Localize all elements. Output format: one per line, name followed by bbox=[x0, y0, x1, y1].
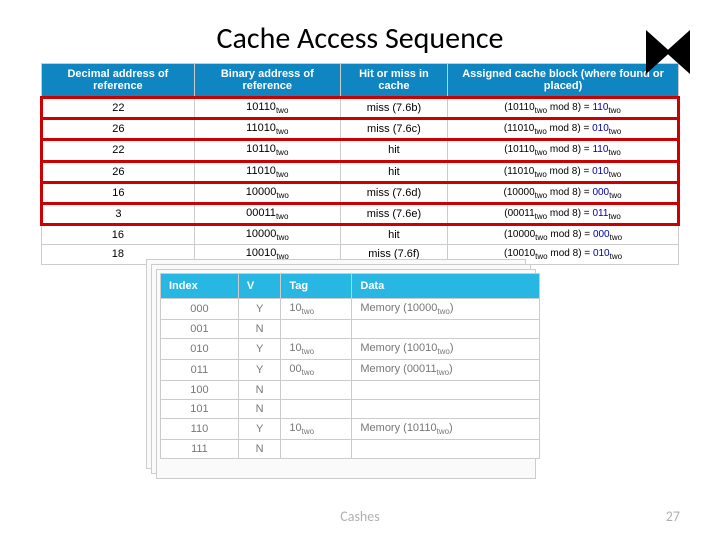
cell-assigned: (11010two mod 8) = 010two bbox=[448, 161, 679, 182]
footer-label: Cashes bbox=[340, 508, 379, 525]
col-tag: Tag bbox=[281, 273, 352, 298]
cell-data: Memory (10110two) bbox=[352, 419, 540, 440]
cell-binary: 11010two bbox=[194, 119, 340, 140]
cell-decimal: 22 bbox=[42, 140, 195, 161]
table-row: 1610000twomiss (7.6d)(10000two mod 8) = … bbox=[42, 182, 679, 203]
cell-decimal: 16 bbox=[42, 225, 195, 245]
table-row: 2210110twohit(10110two mod 8) = 110two bbox=[42, 140, 679, 161]
cache-state-stack: Index V Tag Data 000Y10twoMemory (10000t… bbox=[160, 273, 560, 460]
col-hitmiss: Hit or miss in cache bbox=[340, 64, 447, 98]
cell-index: 110 bbox=[161, 419, 239, 440]
cell-hitmiss: miss (7.6d) bbox=[340, 182, 447, 203]
page-number: 27 bbox=[666, 508, 680, 525]
cell-valid: N bbox=[238, 440, 280, 459]
cell-index: 001 bbox=[161, 319, 239, 338]
cell-binary: 10110two bbox=[194, 98, 340, 119]
cell-valid: Y bbox=[238, 419, 280, 440]
cell-data bbox=[352, 319, 540, 338]
cell-hitmiss: hit bbox=[340, 161, 447, 182]
table-row: 010Y10twoMemory (10010two) bbox=[161, 338, 540, 359]
cell-assigned: (10000two mod 8) = 000two bbox=[448, 225, 679, 245]
cell-assigned: (10110two mod 8) = 110two bbox=[448, 140, 679, 161]
table-row: 300011twomiss (7.6e)(00011two mod 8) = 0… bbox=[42, 203, 679, 224]
col-index: Index bbox=[161, 273, 239, 298]
table-row: 2210110twomiss (7.6b)(10110two mod 8) = … bbox=[42, 98, 679, 119]
table-row: 110Y10twoMemory (10110two) bbox=[161, 419, 540, 440]
table-row: 111N bbox=[161, 440, 540, 459]
cell-tag: 10two bbox=[281, 338, 352, 359]
cell-tag bbox=[281, 440, 352, 459]
cell-index: 101 bbox=[161, 400, 239, 419]
cell-valid: Y bbox=[238, 298, 280, 319]
cell-hitmiss: hit bbox=[340, 140, 447, 161]
university-logo bbox=[646, 30, 690, 74]
cell-valid: Y bbox=[238, 338, 280, 359]
cell-tag: 00two bbox=[281, 359, 352, 380]
cell-decimal: 26 bbox=[42, 119, 195, 140]
cell-index: 111 bbox=[161, 440, 239, 459]
cell-binary: 10110two bbox=[194, 140, 340, 161]
cell-data bbox=[352, 440, 540, 459]
cell-binary: 10000two bbox=[194, 182, 340, 203]
cell-decimal: 26 bbox=[42, 161, 195, 182]
table-row: 2611010twohit(11010two mod 8) = 010two bbox=[42, 161, 679, 182]
col-assigned: Assigned cache block (where found or pla… bbox=[448, 64, 679, 98]
cell-hitmiss: miss (7.6c) bbox=[340, 119, 447, 140]
col-binary: Binary address of reference bbox=[194, 64, 340, 98]
cell-decimal: 22 bbox=[42, 98, 195, 119]
cell-index: 000 bbox=[161, 298, 239, 319]
cell-data: Memory (10010two) bbox=[352, 338, 540, 359]
table-row: 100N bbox=[161, 381, 540, 400]
cell-valid: Y bbox=[238, 359, 280, 380]
table-row: 001N bbox=[161, 319, 540, 338]
cell-assigned: (10110two mod 8) = 110two bbox=[448, 98, 679, 119]
cell-assigned: (11010two mod 8) = 010two bbox=[448, 119, 679, 140]
cell-binary: 10000two bbox=[194, 225, 340, 245]
cell-tag bbox=[281, 381, 352, 400]
cache-contents-table: Index V Tag Data 000Y10twoMemory (10000t… bbox=[160, 273, 540, 460]
table-row: 011Y00twoMemory (00011two) bbox=[161, 359, 540, 380]
cell-assigned: (00011two mod 8) = 011two bbox=[448, 203, 679, 224]
cell-valid: N bbox=[238, 319, 280, 338]
table-row: 101N bbox=[161, 400, 540, 419]
cell-data: Memory (00011two) bbox=[352, 359, 540, 380]
cell-hitmiss: miss (7.6b) bbox=[340, 98, 447, 119]
cell-hitmiss: hit bbox=[340, 225, 447, 245]
cell-tag bbox=[281, 400, 352, 419]
cell-decimal: 3 bbox=[42, 203, 195, 224]
cell-binary: 00011two bbox=[194, 203, 340, 224]
cell-index: 010 bbox=[161, 338, 239, 359]
cell-binary: 11010two bbox=[194, 161, 340, 182]
table-row: 2611010twomiss (7.6c)(11010two mod 8) = … bbox=[42, 119, 679, 140]
cell-data: Memory (10000two) bbox=[352, 298, 540, 319]
col-data: Data bbox=[352, 273, 540, 298]
cell-index: 100 bbox=[161, 381, 239, 400]
slide: Cache Access Sequence Decimal address of… bbox=[0, 0, 720, 540]
cell-tag: 10two bbox=[281, 298, 352, 319]
col-decimal: Decimal address of reference bbox=[42, 64, 195, 98]
cell-data bbox=[352, 400, 540, 419]
cell-index: 011 bbox=[161, 359, 239, 380]
cell-assigned: (10000two mod 8) = 000two bbox=[448, 182, 679, 203]
cell-tag: 10two bbox=[281, 419, 352, 440]
cell-decimal: 16 bbox=[42, 182, 195, 203]
cell-valid: N bbox=[238, 381, 280, 400]
col-valid: V bbox=[238, 273, 280, 298]
table-row: 000Y10twoMemory (10000two) bbox=[161, 298, 540, 319]
table-row: 1610000twohit(10000two mod 8) = 000two bbox=[42, 225, 679, 245]
cell-data bbox=[352, 381, 540, 400]
cell-valid: N bbox=[238, 400, 280, 419]
page-title: Cache Access Sequence bbox=[40, 20, 680, 57]
cell-tag bbox=[281, 319, 352, 338]
access-sequence-table: Decimal address of reference Binary addr… bbox=[40, 63, 680, 265]
cell-hitmiss: miss (7.6e) bbox=[340, 203, 447, 224]
